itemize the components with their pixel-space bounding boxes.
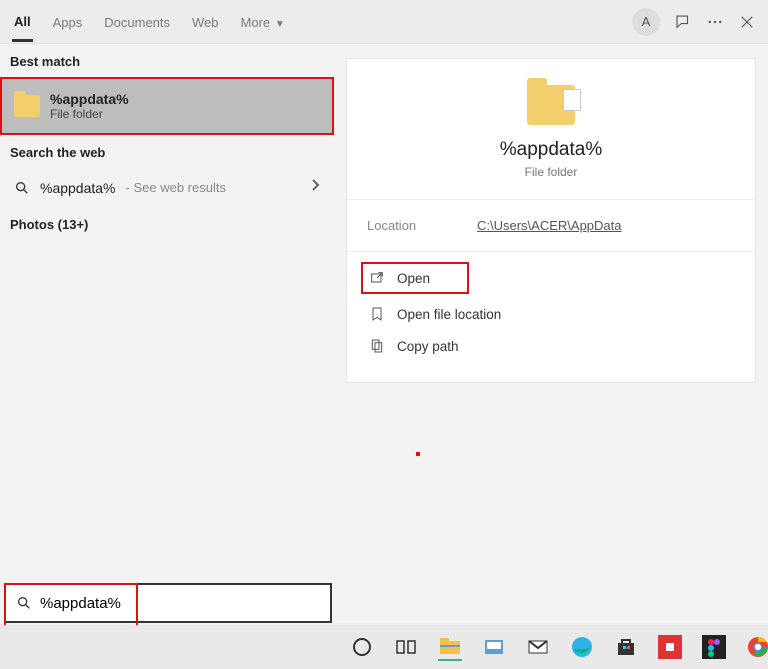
more-options-icon[interactable] — [706, 13, 724, 31]
open-icon — [369, 270, 385, 286]
search-web-heading: Search the web — [0, 135, 334, 168]
search-bar[interactable] — [4, 583, 332, 623]
best-match-title: %appdata% — [50, 91, 129, 107]
tab-web[interactable]: Web — [190, 3, 221, 40]
location-row: Location C:\Users\ACER\AppData — [347, 200, 755, 251]
tab-more[interactable]: More ▼ — [239, 3, 287, 40]
search-icon — [16, 595, 32, 611]
bookmark-icon — [369, 306, 385, 322]
action-open-label: Open — [397, 271, 430, 286]
folder-icon — [14, 95, 40, 117]
preview-title: %appdata% — [357, 139, 745, 161]
store-icon[interactable] — [614, 633, 638, 661]
taskbar — [0, 625, 768, 669]
chevron-down-icon: ▼ — [272, 19, 285, 30]
preview-subtitle: File folder — [357, 165, 745, 179]
results-panel: Best match %appdata% File folder Search … — [0, 44, 334, 623]
tab-documents[interactable]: Documents — [102, 3, 172, 40]
photos-heading[interactable]: Photos (13+) — [0, 207, 334, 240]
folder-icon — [527, 85, 575, 125]
figma-icon[interactable] — [702, 633, 726, 661]
action-copy-path[interactable]: Copy path — [361, 330, 741, 362]
tabs: All Apps Documents Web More ▼ — [12, 2, 287, 42]
web-query-text: %appdata% — [40, 180, 116, 196]
user-avatar[interactable]: A — [632, 8, 660, 36]
web-search-result[interactable]: %appdata% - See web results — [0, 168, 334, 207]
stray-mark — [416, 452, 420, 456]
best-match-subtitle: File folder — [50, 107, 129, 121]
tab-all[interactable]: All — [12, 2, 33, 42]
action-copy-path-label: Copy path — [397, 339, 459, 354]
search-input[interactable] — [40, 595, 320, 612]
task-view-icon[interactable] — [394, 633, 418, 661]
preview-card: %appdata% File folder Location C:\Users\… — [346, 58, 756, 383]
chrome-icon[interactable] — [746, 633, 768, 661]
web-hint-text: - See web results — [126, 180, 226, 195]
cortana-icon[interactable] — [350, 633, 374, 661]
feedback-icon[interactable] — [674, 13, 692, 31]
search-tabbar: All Apps Documents Web More ▼ A — [0, 0, 768, 44]
close-icon[interactable] — [738, 13, 756, 31]
app-icon-1[interactable] — [482, 633, 506, 661]
action-open-location[interactable]: Open file location — [361, 298, 741, 330]
preview-panel: %appdata% File folder Location C:\Users\… — [334, 44, 768, 623]
edge-icon[interactable] — [570, 633, 594, 661]
location-label: Location — [367, 218, 477, 233]
action-open[interactable]: Open — [361, 262, 469, 294]
action-open-location-label: Open file location — [397, 307, 501, 322]
file-explorer-icon[interactable] — [438, 633, 462, 661]
tab-apps[interactable]: Apps — [51, 3, 85, 40]
mail-icon[interactable] — [526, 633, 550, 661]
best-match-result[interactable]: %appdata% File folder — [0, 77, 334, 135]
best-match-heading: Best match — [0, 44, 334, 77]
chevron-right-icon — [310, 178, 320, 197]
copy-icon — [369, 338, 385, 354]
location-path[interactable]: C:\Users\ACER\AppData — [477, 218, 622, 233]
search-icon — [14, 180, 30, 196]
app-icon-2[interactable] — [658, 633, 682, 661]
